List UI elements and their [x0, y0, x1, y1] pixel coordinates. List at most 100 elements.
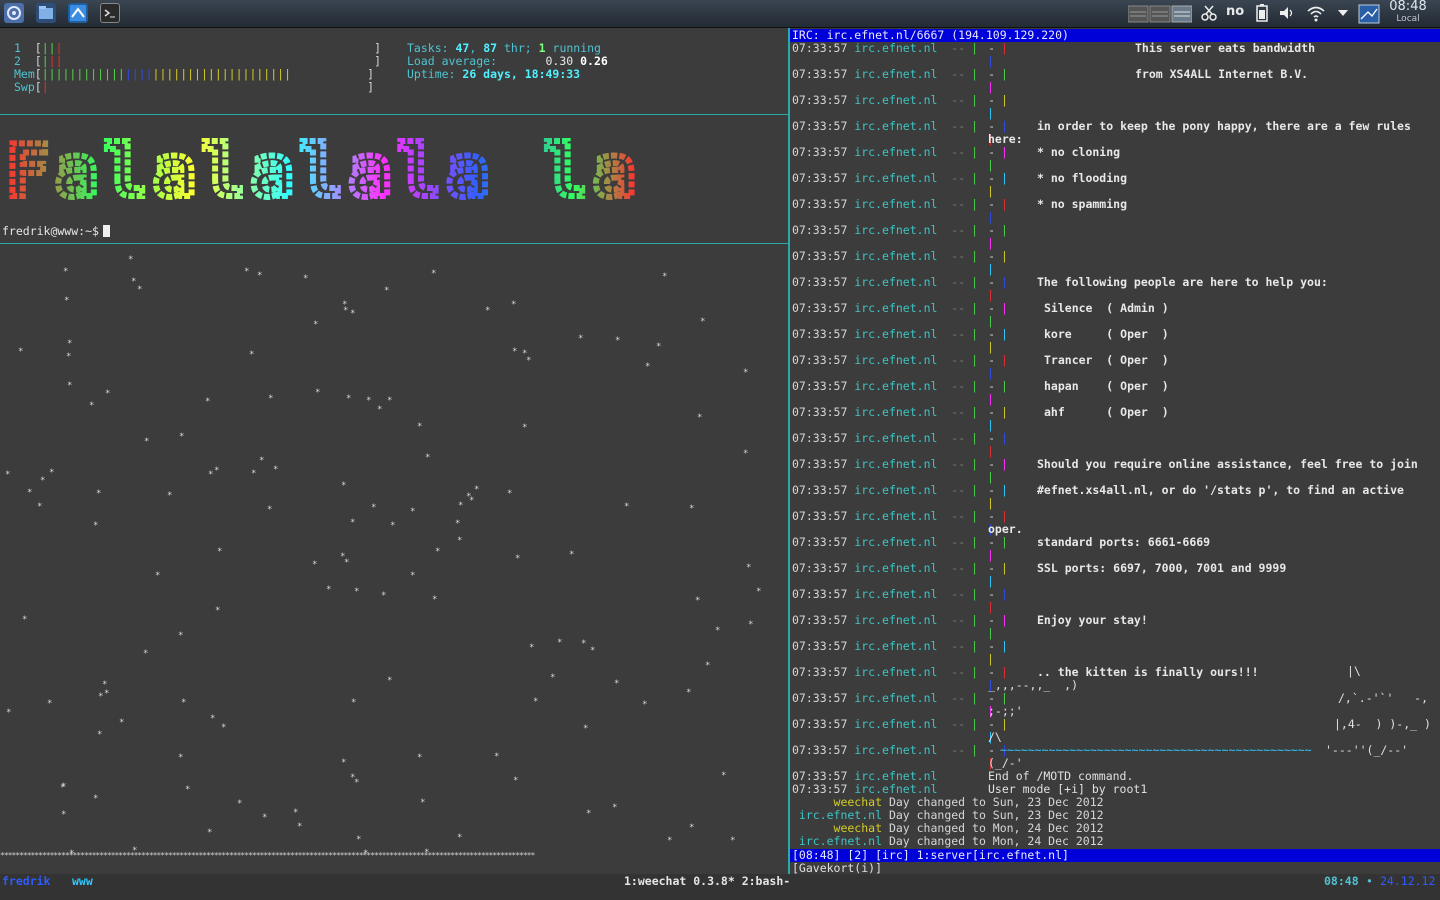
snowflake: *: [686, 688, 692, 698]
snowflake: *: [244, 267, 250, 277]
irc-message-row: 07:33:57 irc.efnet.nl -- | - |: [792, 353, 1008, 367]
pane-separator-bottom: [0, 243, 788, 244]
snowflake: *: [98, 692, 104, 702]
snowflake: *: [354, 587, 360, 597]
snowflake: *: [457, 833, 463, 843]
snowflake: *: [350, 309, 356, 319]
snowflake: *: [343, 306, 349, 316]
irc-message-row: 07:33:57 irc.efnet.nl -- | - |: [792, 717, 1008, 731]
snowflake: *: [746, 563, 752, 573]
snowflake: *: [340, 552, 346, 562]
snowflake: *: [210, 714, 216, 724]
snowflake: *: [297, 822, 303, 832]
snowflake: *: [743, 449, 749, 459]
kitten-ascii-art: |,4- ) )-,_ ): [1334, 717, 1431, 731]
motd-text: * no flooding: [1037, 171, 1128, 185]
motd-text: * no cloning: [1037, 145, 1121, 159]
app-menu-icon[interactable]: [4, 3, 24, 23]
snowflake: *: [387, 396, 393, 406]
snowflake: *: [207, 828, 213, 838]
terminal-icon[interactable]: [100, 3, 120, 23]
motd-text: SSL ports: 6697, 7000, 7001 and 9999: [1037, 561, 1287, 575]
snowflake: *: [208, 470, 214, 480]
snowflake: *: [381, 591, 387, 601]
irc-message-row: 07:33:57 irc.efnet.nl -- | - |: [792, 535, 1008, 549]
snowflake: *: [410, 507, 416, 517]
snowflake: *: [645, 362, 651, 372]
snowflake: *: [341, 481, 347, 491]
snowflake: *: [748, 620, 754, 630]
snowflake: *: [351, 698, 357, 708]
show-desktop-icon[interactable]: [1358, 4, 1380, 24]
snowflake: *: [221, 723, 227, 733]
snowflake: *: [529, 643, 535, 653]
motd-text: hapan ( Oper ): [1044, 379, 1169, 393]
text-cursor: [102, 225, 110, 237]
irc-message-row: 07:33:57 irc.efnet.nl -- | - |: [792, 301, 1008, 315]
browser-icon[interactable]: [68, 3, 88, 23]
htop-panel: 1 [||| ] 2 [||| ] Mem[||||||||||||||||||…: [0, 28, 788, 114]
weechat-irc-pane[interactable]: IRC: irc.efnet.nl/6667 (194.109.129.220)…: [790, 28, 1440, 875]
motd-text: in order to keep the pony happy, there a…: [1037, 119, 1411, 133]
irc-message-row: 07:33:57 irc.efnet.nl -- | - |: [792, 145, 1008, 159]
motd-text: The following people are here to help yo…: [1037, 275, 1328, 289]
snowflake: *: [432, 595, 438, 605]
snowflake: *: [267, 505, 273, 515]
motd-text: Silence ( Admin ): [1044, 301, 1169, 315]
irc-message-row: 07:33:57 irc.efnet.nl -- | - |: [792, 457, 1008, 471]
snowflake: *: [581, 639, 587, 649]
irc-message-row: 07:33:57 irc.efnet.nl -- | - |: [792, 639, 1008, 653]
snowflake: *: [181, 698, 187, 708]
irc-message-row: 07:33:57 irc.efnet.nl -- | - |: [792, 67, 1008, 81]
file-manager-icon[interactable]: [36, 3, 56, 23]
left-terminal-pane[interactable]: 1 [||| ] 2 [||| ] Mem[||||||||||||||||||…: [0, 28, 788, 874]
shell-prompt[interactable]: fredrik@www:~$: [2, 224, 110, 238]
pager-icon[interactable]: [1127, 4, 1193, 23]
irc-message-row: 07:33:57 irc.efnet.nl -- | - |: [792, 431, 1008, 445]
snowflake: *: [700, 317, 706, 327]
snowflake: *: [251, 469, 257, 479]
day-change-row: irc.efnet.nl Day changed to Mon, 24 Dec …: [798, 834, 1104, 848]
snowflake: *: [743, 368, 749, 378]
snowflake: *: [420, 798, 426, 808]
snowflake: *: [5, 470, 11, 480]
irc-message-row: 07:33:57 irc.efnet.nl -- | - |: [792, 223, 1008, 237]
clock[interactable]: 08:48 Local: [1384, 0, 1432, 25]
snowflake: *: [507, 489, 513, 499]
volume-icon[interactable]: [1278, 4, 1296, 22]
snowflake: *: [689, 823, 695, 833]
snowflake: *: [656, 342, 662, 352]
clipboard-scissors-icon[interactable]: [1200, 4, 1218, 22]
battery-icon[interactable]: [1254, 4, 1270, 22]
irc-message-row: 07:33:57 irc.efnet.nl -- | - |: [792, 275, 1008, 289]
snowflake: *: [60, 783, 66, 793]
snowflake: *: [185, 785, 191, 795]
snowflake: *: [578, 334, 584, 344]
snowflake: *: [586, 809, 592, 819]
swap-meter: Swp[| ]: [14, 80, 375, 94]
snowflake: *: [89, 401, 95, 411]
snowflake: *: [104, 689, 110, 699]
snowflake: *: [705, 661, 711, 671]
snowflake: *: [457, 536, 463, 546]
tray-expand-chevron-icon[interactable]: [1336, 4, 1350, 22]
wifi-icon[interactable]: [1306, 4, 1326, 22]
tmux-dot: •: [1366, 874, 1373, 888]
snowflake: *: [93, 521, 99, 531]
tmux-date: 24.12.12: [1380, 874, 1436, 888]
irc-message-row: 07:33:57 irc.efnet.nl -- | - |: [792, 93, 1008, 107]
snowflake: *: [40, 476, 46, 486]
kitten-ascii-art: /,`.-'`' -,: [1338, 691, 1429, 705]
irc-message-row: 07:33:57 irc.efnet.nl -- | - |: [792, 197, 1008, 211]
snowflake: *: [614, 679, 620, 689]
irc-message-row: 07:33:57 irc.efnet.nl -- | - |: [792, 249, 1008, 263]
snowflake: *: [715, 626, 721, 636]
keyboard-layout-indicator[interactable]: no: [1226, 4, 1248, 22]
snow-ground: ****************************************…: [0, 851, 535, 860]
snowflake: *: [257, 271, 263, 281]
snowflake: *: [697, 413, 703, 423]
snowflake: *: [557, 638, 563, 648]
snowflake: *: [435, 547, 441, 557]
snowflake: *: [431, 269, 437, 279]
tmux-window-list[interactable]: 1:weechat 0.3.8* 2:bash-: [624, 874, 790, 888]
